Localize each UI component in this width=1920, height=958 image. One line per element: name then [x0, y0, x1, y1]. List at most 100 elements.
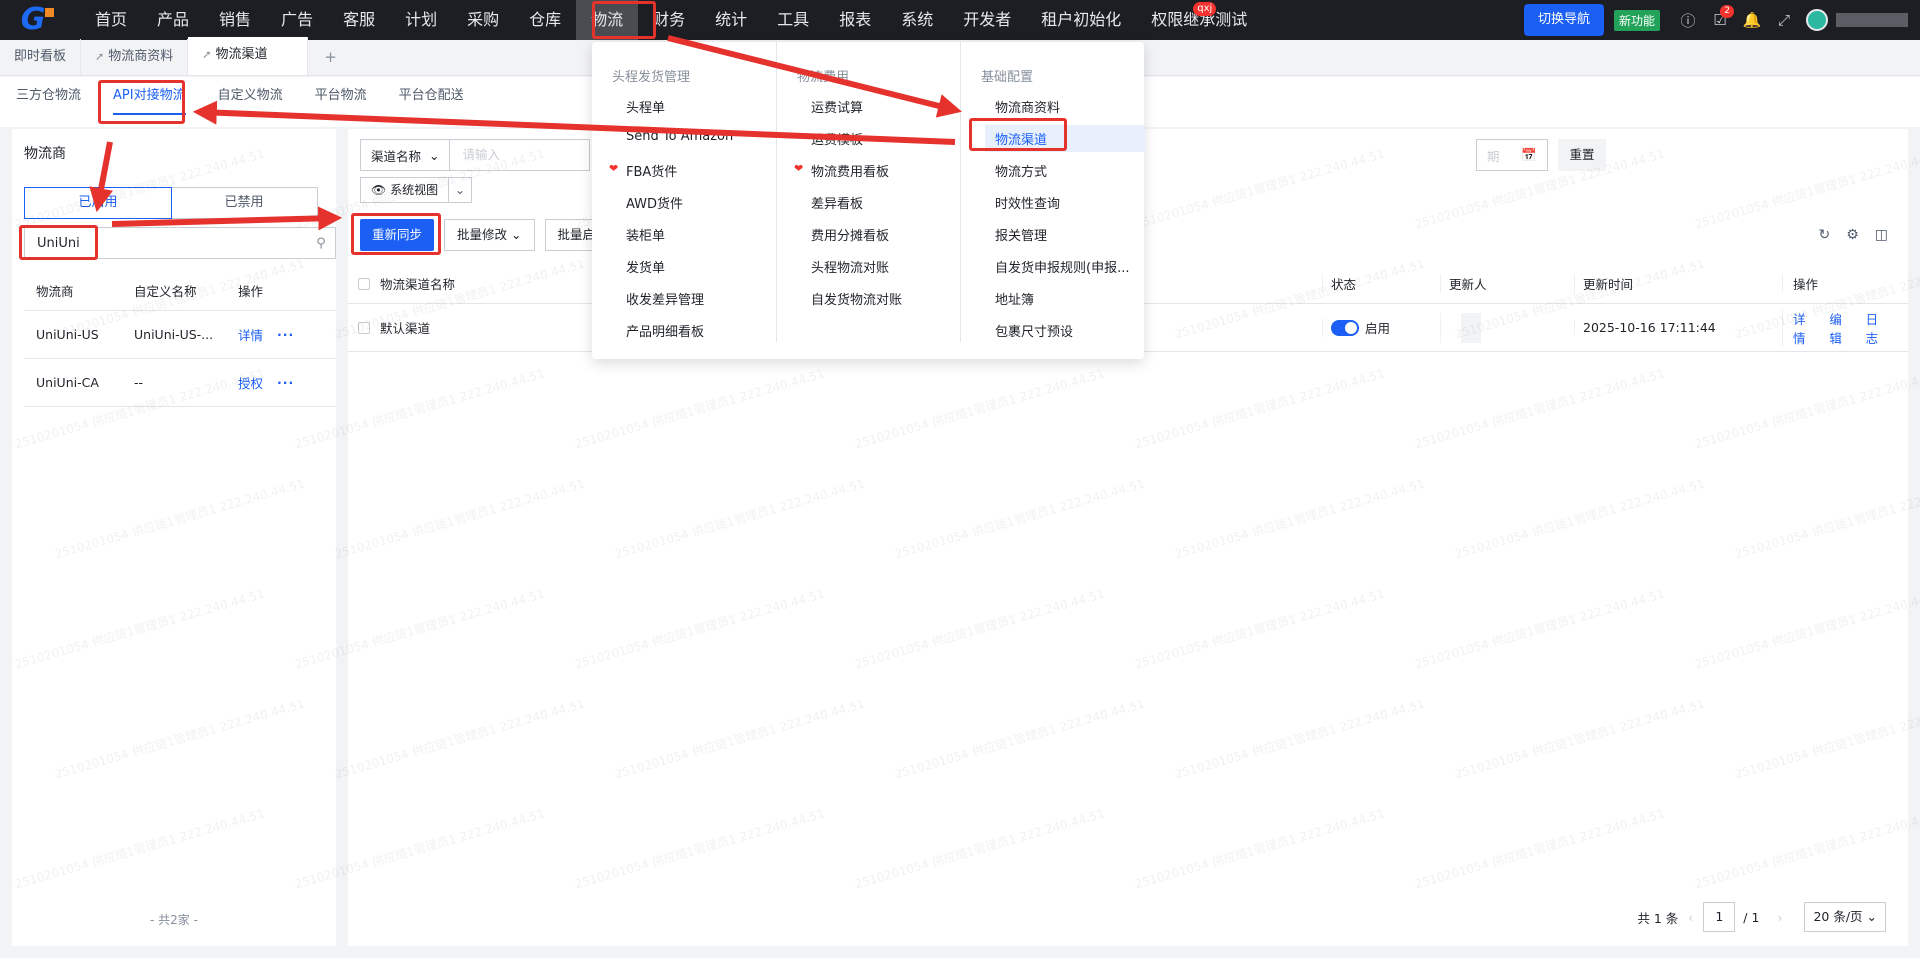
menu-item-awd-shipment[interactable]: AWD货件: [626, 193, 683, 212]
menu-item-tools[interactable]: 工具: [762, 0, 824, 40]
menu-item-first-leg-reconcile[interactable]: 头程物流对账: [811, 257, 889, 276]
more-icon[interactable]: ···: [277, 375, 294, 390]
log-link[interactable]: 日志: [1866, 309, 1888, 347]
tab-custom-logistics[interactable]: 自定义物流: [218, 77, 283, 127]
page-size-select[interactable]: 20 条/页 ⌄: [1804, 902, 1886, 932]
menu-item-purchase[interactable]: 采购: [452, 0, 514, 40]
menu-item-logistics-channel[interactable]: 物流渠道: [985, 125, 1145, 152]
menu-item-home[interactable]: 首页: [80, 0, 142, 40]
menu-item-permission-test[interactable]: 权限继承测试 qxj: [1136, 0, 1262, 40]
date-range-input[interactable]: 期 📅: [1476, 139, 1548, 171]
logo[interactable]: G: [0, 0, 66, 40]
search-icon[interactable]: ⚲: [307, 236, 335, 251]
menu-item-freight-calc[interactable]: 运费试算: [811, 97, 863, 116]
new-feature-badge[interactable]: 新功能: [1613, 9, 1660, 31]
menu-item-package-preset[interactable]: 包裹尺寸预设: [995, 321, 1073, 340]
logo-glyph: G: [20, 2, 46, 37]
menu-item-warehouse[interactable]: 仓库: [514, 0, 576, 40]
filter-field-select[interactable]: 渠道名称 ⌄: [360, 139, 451, 171]
columns-icon[interactable]: ◫: [1875, 227, 1888, 243]
next-page-icon[interactable]: ›: [1777, 910, 1782, 925]
menu-item-logistics[interactable]: 物流: [576, 0, 639, 40]
menu-item-diff-board[interactable]: 差异看板: [811, 193, 863, 212]
fullscreen-icon[interactable]: ⤢: [1768, 11, 1800, 29]
batch-edit-button[interactable]: 批量修改 ⌄: [444, 219, 535, 251]
pager-total: 共 1 条: [1637, 910, 1679, 926]
menu-item-stats[interactable]: 统计: [700, 0, 762, 40]
edit-link[interactable]: 编辑: [1829, 309, 1851, 347]
tab-api-logistics[interactable]: API对接物流: [113, 77, 186, 127]
menu-item-label: 物流费用看板: [811, 165, 890, 180]
reset-button[interactable]: 重置: [1558, 139, 1606, 171]
menu-item-freight-template[interactable]: 运费模板: [811, 129, 863, 148]
page-tab-dashboard[interactable]: 即时看板: [0, 39, 82, 75]
row-checkbox[interactable]: [358, 321, 370, 334]
tab-3pl-logistics[interactable]: 三方仓物流: [16, 77, 81, 127]
switch-nav-button[interactable]: 切换导航: [1523, 4, 1604, 36]
page-tab-carrier-info[interactable]: ➚ 物流商资料: [81, 39, 189, 75]
menu-item-allocation-board[interactable]: 费用分摊看板: [811, 225, 889, 244]
menu-item-first-leg-order[interactable]: 头程单: [626, 97, 665, 116]
top-right-tools: 切换导航 新功能 ⓘ ☑ 2 🔔 ⤢: [1523, 0, 1920, 40]
menu-item-send-to-amazon[interactable]: Send To Amazon: [626, 129, 733, 144]
menu-item-finance[interactable]: 财务: [638, 0, 700, 40]
top-navbar: G 首页 产品 销售 广告 客服 计划 采购 仓库 物流 财务 统计 工具 报表…: [0, 0, 1920, 40]
menu-item-tenant-init[interactable]: 租户初始化: [1026, 0, 1136, 40]
menu-item-self-ship-reconcile[interactable]: 自发货物流对账: [811, 289, 902, 308]
menu-item-product[interactable]: 产品: [142, 0, 204, 40]
detail-link[interactable]: 详情: [1793, 309, 1815, 347]
menu-item-declare-rules[interactable]: 自发货申报规则(申报...: [995, 257, 1129, 276]
menu-item-ads[interactable]: 广告: [266, 0, 328, 40]
menu-item-cost-board[interactable]: ❤ 物流费用看板: [794, 161, 890, 180]
gear-icon[interactable]: ⚙: [1846, 227, 1859, 243]
page-input[interactable]: 1: [1703, 902, 1736, 932]
col-updater: 更新人: [1440, 274, 1574, 293]
detail-link[interactable]: 详情: [238, 325, 263, 344]
menu-item-product-detail-board[interactable]: 产品明细看板: [626, 321, 704, 340]
main-menu: 首页 产品 销售 广告 客服 计划 采购 仓库 物流 财务 统计 工具 报表 系…: [80, 0, 1262, 40]
menu-item-fba-shipment[interactable]: ❤ FBA货件: [609, 161, 677, 180]
prev-page-icon[interactable]: ‹: [1688, 910, 1693, 925]
chevron-down-icon: ⌄: [511, 227, 522, 242]
menu-item-plan[interactable]: 计划: [390, 0, 452, 40]
menu-item-receipt-diff[interactable]: 收发差异管理: [626, 289, 704, 308]
segment-enabled[interactable]: 已启用: [24, 187, 172, 219]
menu-item-container[interactable]: 装柜单: [626, 225, 665, 244]
table-row[interactable]: UniUni-CA -- 授权 ···: [24, 359, 336, 407]
refresh-icon[interactable]: ↻: [1818, 227, 1830, 243]
menu-item-system[interactable]: 系统: [886, 0, 948, 40]
filter-input[interactable]: 请输入: [450, 139, 591, 171]
resync-button[interactable]: 重新同步: [360, 219, 435, 251]
segment-disabled[interactable]: 已禁用: [171, 188, 317, 218]
username-redacted[interactable]: [1836, 13, 1908, 27]
menu-item-service[interactable]: 客服: [328, 0, 390, 40]
chevron-down-icon[interactable]: ⌄: [449, 178, 471, 202]
page-tab-logistics-channel[interactable]: ➚ 物流渠道: [188, 37, 309, 75]
bell-icon[interactable]: 🔔: [1736, 11, 1768, 29]
menu-item-customs[interactable]: 报关管理: [995, 225, 1047, 244]
menu-item-sales[interactable]: 销售: [204, 0, 266, 40]
add-tab-icon[interactable]: +: [308, 39, 353, 75]
task-icon[interactable]: ☑ 2: [1704, 5, 1736, 29]
dropdown-heading: 头程发货管理: [612, 70, 691, 85]
more-icon[interactable]: ···: [277, 327, 294, 342]
help-icon[interactable]: ⓘ: [1672, 10, 1704, 31]
carrier-search-input[interactable]: [25, 235, 307, 251]
view-select[interactable]: 👁 系统视图 ⌄: [360, 177, 473, 203]
tab-platform-logistics[interactable]: 平台物流: [315, 77, 367, 127]
menu-item-carrier-info[interactable]: 物流商资料: [995, 97, 1060, 116]
avatar[interactable]: [1806, 9, 1828, 31]
tab-platform-warehouse[interactable]: 平台仓配送: [399, 77, 464, 127]
table-row[interactable]: UniUni-US UniUni-US-... 详情 ···: [24, 311, 336, 359]
menu-item-logistics-method[interactable]: 物流方式: [995, 161, 1047, 180]
calendar-icon: 📅: [1521, 147, 1537, 162]
menu-item-delivery-order[interactable]: 发货单: [626, 257, 665, 276]
menu-item-reports[interactable]: 报表: [824, 0, 886, 40]
menu-item-developer[interactable]: 开发者: [948, 0, 1026, 40]
select-all-checkbox[interactable]: [358, 277, 370, 290]
menu-item-timeliness[interactable]: 时效性查询: [995, 193, 1060, 212]
status-toggle[interactable]: [1331, 319, 1359, 336]
menu-item-address-book[interactable]: 地址簿: [995, 289, 1034, 308]
authorize-link[interactable]: 授权: [238, 373, 263, 392]
page-tab-label: 物流商资料: [108, 49, 174, 64]
